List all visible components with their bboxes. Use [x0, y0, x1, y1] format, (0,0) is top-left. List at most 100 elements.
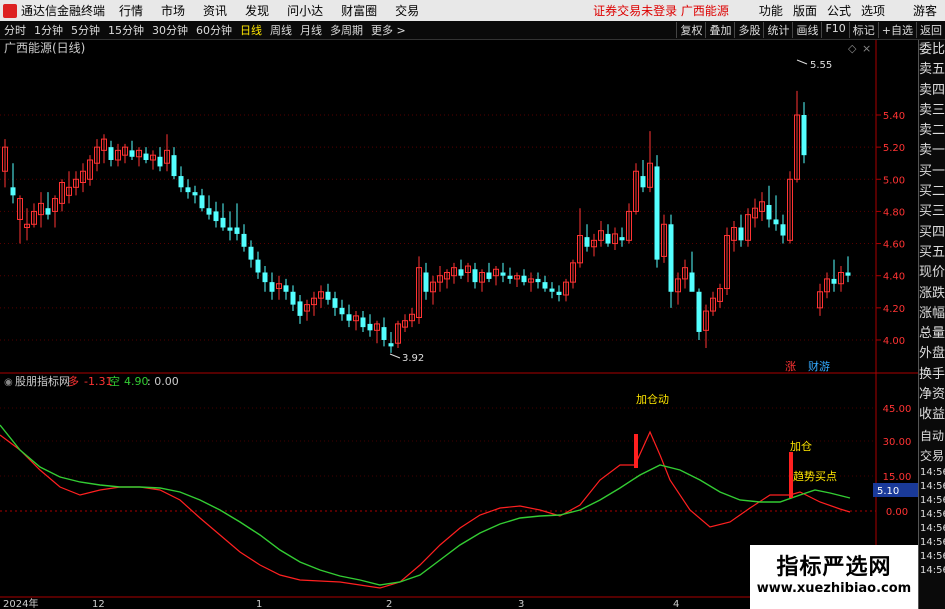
annotation-qushimaidian: 趋势买点	[793, 470, 837, 483]
menu-gongneng[interactable]: 功能	[759, 2, 783, 19]
candle-body	[220, 217, 226, 228]
duo-line	[0, 430, 851, 589]
tool-duogu[interactable]: 多股	[734, 22, 763, 38]
watermark-url: www.xuezhibiao.com	[756, 581, 912, 596]
quote-label[interactable]: 买四	[919, 223, 945, 243]
settings-icon[interactable]: ◇	[848, 42, 857, 55]
quote-label[interactable]: 买五	[919, 243, 945, 263]
quote-label[interactable]: 现价	[919, 263, 945, 283]
date-2: 2	[386, 599, 392, 609]
candle-body	[668, 224, 674, 292]
menu-gongshi[interactable]: 公式	[827, 2, 851, 19]
period-5min[interactable]: 5分钟	[67, 22, 104, 38]
menu-faxian[interactable]: 发现	[245, 2, 269, 19]
period-fenshi[interactable]: 分时	[0, 22, 30, 38]
candle-body	[143, 153, 149, 160]
quote-label[interactable]: 买二	[919, 182, 945, 202]
menu-caifuquan[interactable]: 财富圈	[341, 2, 377, 19]
candle-body	[556, 291, 562, 295]
period-weekly[interactable]: 周线	[266, 22, 296, 38]
candle-body	[780, 224, 786, 236]
kong-value: 4.90	[124, 375, 149, 388]
menu-banmian[interactable]: 版面	[793, 2, 817, 19]
close-icon[interactable]: ×	[862, 42, 871, 55]
indicator-tick-label: 45.00	[883, 404, 912, 415]
annotation-jiacangdong: 加仓动	[636, 392, 669, 406]
candle-body	[262, 272, 268, 283]
candle-body	[241, 233, 247, 247]
tool-fuquan[interactable]: 复权	[676, 22, 705, 38]
menu-zixun[interactable]: 资讯	[203, 2, 227, 19]
quote-label[interactable]: 买一	[919, 162, 945, 182]
app-logo-icon	[3, 3, 17, 18]
tool-zixuan[interactable]: +自选	[877, 22, 916, 38]
date-2024: 2024年	[3, 597, 38, 609]
date-1: 1	[256, 599, 262, 609]
menu-wenxiaoda[interactable]: 问小达	[287, 2, 323, 19]
price-grid	[0, 114, 876, 341]
period-30min[interactable]: 30分钟	[148, 22, 192, 38]
login-notice[interactable]: 证券交易未登录 广西能源	[593, 2, 729, 19]
candle-body	[269, 282, 275, 292]
quote-label[interactable]: 总量	[919, 324, 945, 344]
quote-label[interactable]: 卖二	[919, 121, 945, 141]
candle-body	[129, 150, 135, 157]
candle-body	[831, 278, 837, 284]
quote-label[interactable]: 卖四	[919, 81, 945, 101]
indicator-extra: : 0.00	[147, 375, 179, 388]
user-label[interactable]: 游客	[913, 2, 937, 19]
quote-label[interactable]: 外盘	[919, 344, 945, 364]
quote-label[interactable]: 涨幅	[919, 304, 945, 324]
candle-body	[325, 291, 331, 300]
candle-body	[619, 237, 625, 241]
quote-label[interactable]: 卖五	[919, 60, 945, 80]
menu-jiaoyi[interactable]: 交易	[395, 2, 419, 19]
menu-shichang[interactable]: 市场	[161, 2, 185, 19]
quote-label[interactable]: 收益	[919, 405, 945, 425]
quote-label[interactable]: 换手	[919, 365, 945, 385]
period-more[interactable]: 更多 >	[367, 22, 410, 38]
tool-fanhui[interactable]: 返回	[916, 22, 945, 38]
trade-label[interactable]: 自动	[919, 426, 945, 446]
indicator-collapse-icon[interactable]: ◉	[4, 377, 13, 388]
tool-huaxian[interactable]: 画线	[792, 22, 821, 38]
kong-line	[0, 424, 851, 586]
period-15min[interactable]: 15分钟	[104, 22, 148, 38]
period-1min[interactable]: 1分钟	[30, 22, 67, 38]
tool-f10[interactable]: F10	[821, 22, 848, 38]
candle-body	[213, 211, 219, 222]
trade-time: 14:56	[920, 480, 945, 492]
tool-biaoji[interactable]: 标记	[848, 22, 878, 38]
trade-label[interactable]: 交易	[919, 446, 945, 466]
quote-label[interactable]: 买三	[919, 202, 945, 222]
tool-diejia[interactable]: 叠加	[705, 22, 734, 38]
candle-body	[227, 227, 233, 231]
quote-label[interactable]: 卖一	[919, 141, 945, 161]
candle-body	[297, 301, 303, 316]
period-60min[interactable]: 60分钟	[192, 22, 236, 38]
period-daily[interactable]: 日线	[236, 22, 266, 38]
tool-tongji[interactable]: 统计	[763, 22, 792, 38]
candle-body	[738, 227, 744, 241]
chart-area[interactable]: 广西能源(日线) ◇ × 5.55 3.92 涨 财游 5.40 5.20 5.00…	[0, 40, 918, 609]
quote-label[interactable]: 卖三	[919, 101, 945, 121]
low-label: 3.92	[402, 353, 424, 364]
candle-body	[332, 298, 338, 308]
quote-label[interactable]: 净资	[919, 385, 945, 405]
high-label: 5.55	[810, 60, 832, 71]
candle-body	[486, 272, 492, 279]
trade-time: 14:56	[920, 522, 945, 534]
candle-body	[605, 233, 611, 244]
period-monthly[interactable]: 月线	[296, 22, 326, 38]
price-tick-label: 4.40	[883, 272, 905, 283]
candle-body	[178, 176, 184, 188]
menu-hangqing[interactable]: 行情	[119, 2, 143, 19]
menu-xuanxiang[interactable]: 选项	[861, 2, 885, 19]
candlesticks	[2, 90, 851, 353]
candle-body	[801, 115, 807, 156]
quote-label[interactable]: 委比	[919, 40, 945, 60]
candle-body	[185, 187, 191, 193]
candle-body	[157, 156, 163, 167]
quote-label[interactable]: 涨跌	[919, 284, 945, 304]
period-multi[interactable]: 多周期	[326, 22, 367, 38]
